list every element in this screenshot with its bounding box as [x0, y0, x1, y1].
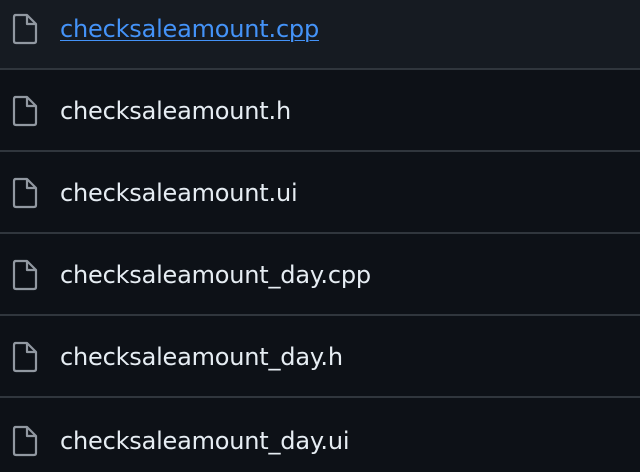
- file-row-checksaleamount-day-cpp[interactable]: checksaleamount_day.cpp: [0, 236, 640, 316]
- file-row-checksaleamount-day-ui[interactable]: checksaleamount_day.ui: [0, 400, 640, 472]
- file-row-checksaleamount-ui[interactable]: checksaleamount.ui: [0, 154, 640, 234]
- file-icon: [12, 259, 38, 291]
- file-row-checksaleamount-day-h[interactable]: checksaleamount_day.h: [0, 318, 640, 398]
- file-list: checksaleamount.cpp checksaleamount.h ch…: [0, 0, 640, 472]
- file-icon: [12, 95, 38, 127]
- file-icon: [12, 13, 38, 45]
- file-name-link[interactable]: checksaleamount.h: [60, 97, 291, 125]
- file-name-link[interactable]: checksaleamount.cpp: [60, 15, 319, 43]
- file-name-link[interactable]: checksaleamount.ui: [60, 179, 298, 207]
- file-name-link[interactable]: checksaleamount_day.h: [60, 343, 343, 371]
- file-name-link[interactable]: checksaleamount_day.cpp: [60, 261, 371, 289]
- file-icon: [12, 341, 38, 373]
- file-row-checksaleamount-cpp[interactable]: checksaleamount.cpp: [0, 0, 640, 70]
- file-icon: [12, 177, 38, 209]
- file-row-checksaleamount-h[interactable]: checksaleamount.h: [0, 72, 640, 152]
- file-icon: [12, 425, 38, 457]
- file-name-link[interactable]: checksaleamount_day.ui: [60, 427, 350, 455]
